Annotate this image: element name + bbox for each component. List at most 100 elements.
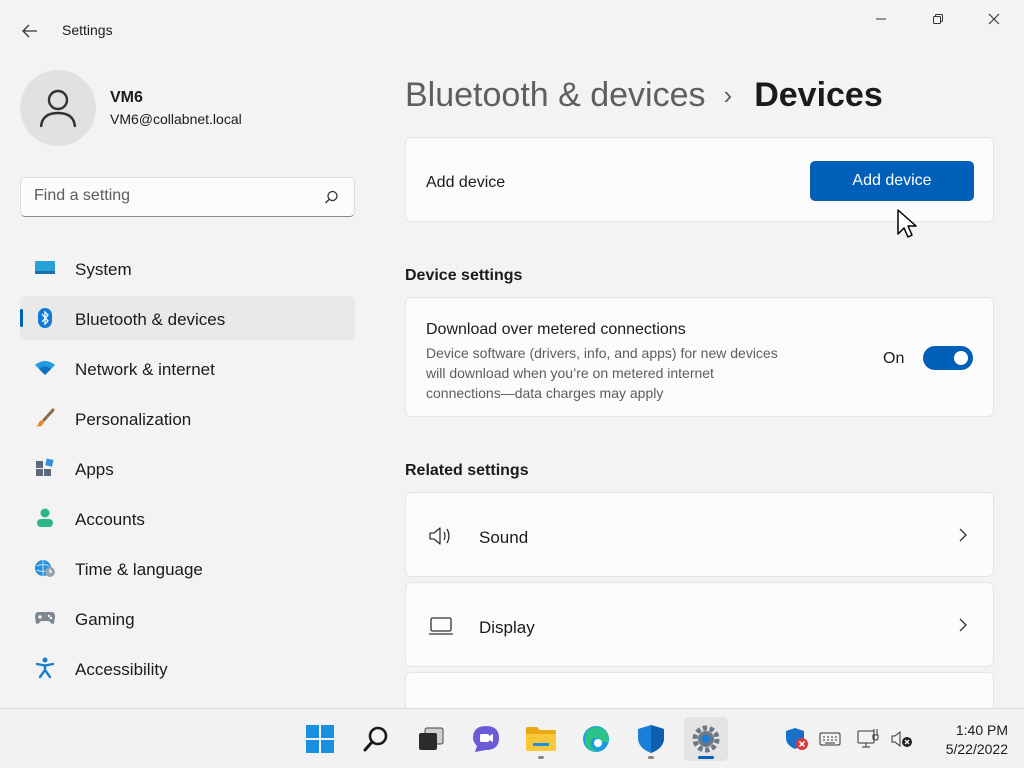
tray-defender-button[interactable] bbox=[785, 727, 809, 751]
accessibility-icon bbox=[34, 657, 56, 679]
sidebar-item-accounts[interactable]: Accounts bbox=[20, 496, 355, 540]
close-icon bbox=[988, 13, 1000, 25]
metered-connections-card: Download over metered connections Device… bbox=[405, 297, 994, 417]
clock-time: 1:40 PM bbox=[955, 722, 1008, 738]
back-button[interactable] bbox=[14, 16, 46, 46]
page-title: Devices bbox=[754, 75, 883, 114]
sidebar-item-label: Personalization bbox=[75, 410, 192, 429]
search-input[interactable] bbox=[34, 187, 314, 205]
taskbar-search-button[interactable] bbox=[354, 717, 398, 761]
minimize-icon bbox=[876, 18, 886, 20]
sidebar-item-accessibility[interactable]: Accessibility bbox=[20, 646, 355, 690]
sidebar-item-label: System bbox=[75, 260, 132, 279]
device-settings-heading: Device settings bbox=[405, 267, 523, 284]
bluetooth-icon bbox=[34, 308, 56, 328]
search-icon[interactable] bbox=[321, 188, 341, 208]
restore-icon bbox=[933, 14, 943, 24]
network-disconnected-icon bbox=[857, 729, 879, 748]
sidebar-item-network-internet[interactable]: Network & internet bbox=[20, 346, 355, 390]
taskbar-clock[interactable]: 1:40 PM 5/22/2022 bbox=[920, 721, 1008, 759]
close-button[interactable] bbox=[966, 4, 1022, 34]
running-indicator bbox=[648, 756, 654, 759]
avatar[interactable] bbox=[20, 70, 96, 146]
folder-icon bbox=[526, 727, 556, 751]
running-indicator bbox=[538, 756, 544, 759]
metered-toggle[interactable] bbox=[923, 346, 973, 370]
gamepad-icon bbox=[34, 608, 56, 628]
taskbar-start-button[interactable] bbox=[298, 717, 342, 761]
sidebar-item-label: Time & language bbox=[75, 560, 203, 579]
defender-alert-icon bbox=[786, 728, 808, 750]
taskbar-settings-button[interactable] bbox=[684, 717, 728, 761]
sidebar-item-system[interactable]: System bbox=[20, 246, 355, 290]
mouse-cursor-icon bbox=[897, 209, 917, 238]
accounts-icon bbox=[34, 508, 56, 528]
apps-icon bbox=[34, 458, 56, 478]
related-item-label: Sound bbox=[479, 528, 529, 547]
sidebar-item-label: Bluetooth & devices bbox=[75, 310, 226, 329]
windows-start-icon bbox=[306, 725, 334, 753]
taskbar-chat-button[interactable] bbox=[464, 717, 508, 761]
tray-keyboard-button[interactable] bbox=[818, 727, 842, 751]
restore-button[interactable] bbox=[910, 4, 966, 34]
related-item-partial[interactable] bbox=[405, 672, 994, 712]
user-avatar-icon bbox=[39, 89, 77, 128]
taskbar-edge-button[interactable] bbox=[574, 717, 618, 761]
monitor-icon bbox=[429, 617, 453, 635]
related-item-display[interactable]: Display bbox=[405, 582, 994, 667]
related-settings-heading: Related settings bbox=[405, 462, 529, 479]
gear-icon bbox=[692, 725, 720, 753]
sidebar-item-bluetooth-devices[interactable]: Bluetooth & devices bbox=[20, 296, 355, 340]
taskbar: 1:40 PM 5/22/2022 bbox=[0, 708, 1024, 768]
tray-volume-button[interactable] bbox=[890, 727, 914, 751]
sidebar-item-personalization[interactable]: Personalization bbox=[20, 396, 355, 440]
brush-icon bbox=[34, 408, 56, 428]
search-icon bbox=[363, 726, 388, 752]
speaker-icon bbox=[429, 527, 450, 545]
taskbar-task-view-button[interactable] bbox=[409, 717, 453, 761]
chevron-right-icon bbox=[959, 528, 967, 542]
back-arrow-icon bbox=[22, 24, 37, 38]
metered-title: Download over metered connections bbox=[426, 321, 686, 338]
minimize-button[interactable] bbox=[853, 4, 909, 34]
tray-network-button[interactable] bbox=[857, 727, 881, 751]
breadcrumb-parent[interactable]: Bluetooth & devices bbox=[405, 76, 706, 115]
sidebar-item-apps[interactable]: Apps bbox=[20, 446, 355, 490]
add-device-button[interactable]: Add device bbox=[810, 161, 974, 201]
keyboard-icon bbox=[819, 732, 841, 746]
add-device-label: Add device bbox=[426, 174, 506, 191]
sidebar-nav: System Bluetooth & devices Network & int… bbox=[20, 246, 355, 696]
breadcrumb-separator: › bbox=[723, 79, 733, 110]
sidebar-item-label: Accounts bbox=[75, 510, 145, 529]
taskbar-file-explorer-button[interactable] bbox=[519, 717, 563, 761]
toggle-knob bbox=[954, 351, 968, 365]
app-title: Settings bbox=[62, 22, 113, 38]
metered-description: Device software (drivers, info, and apps… bbox=[426, 345, 778, 401]
task-view-icon bbox=[419, 727, 444, 750]
clock-date: 5/22/2022 bbox=[945, 741, 1008, 757]
edge-browser-icon bbox=[583, 726, 609, 752]
related-item-label: Display bbox=[479, 618, 535, 637]
sidebar-item-label: Network & internet bbox=[75, 360, 215, 379]
chat-icon bbox=[473, 726, 499, 752]
running-indicator bbox=[698, 756, 714, 759]
sidebar-item-label: Apps bbox=[75, 460, 114, 479]
chevron-right-icon bbox=[959, 618, 967, 632]
toggle-state-label: On bbox=[883, 350, 905, 367]
shield-icon bbox=[638, 725, 664, 753]
related-item-sound[interactable]: Sound bbox=[405, 492, 994, 577]
sidebar-item-gaming[interactable]: Gaming bbox=[20, 596, 355, 640]
title-bar: Settings bbox=[0, 0, 1024, 62]
taskbar-security-button[interactable] bbox=[629, 717, 673, 761]
time-language-icon bbox=[34, 558, 56, 578]
sidebar-item-time-language[interactable]: Time & language bbox=[20, 546, 355, 590]
system-icon bbox=[34, 258, 56, 278]
volume-muted-icon bbox=[891, 730, 912, 748]
sidebar-item-label: Gaming bbox=[75, 610, 135, 629]
breadcrumb: Bluetooth & devices › Devices bbox=[405, 74, 883, 116]
wifi-icon bbox=[34, 358, 56, 378]
sidebar-item-label: Accessibility bbox=[75, 660, 168, 679]
profile-email: VM6@collabnet.local bbox=[110, 111, 242, 127]
search-box[interactable] bbox=[20, 177, 355, 217]
profile-name: VM6 bbox=[110, 89, 143, 106]
